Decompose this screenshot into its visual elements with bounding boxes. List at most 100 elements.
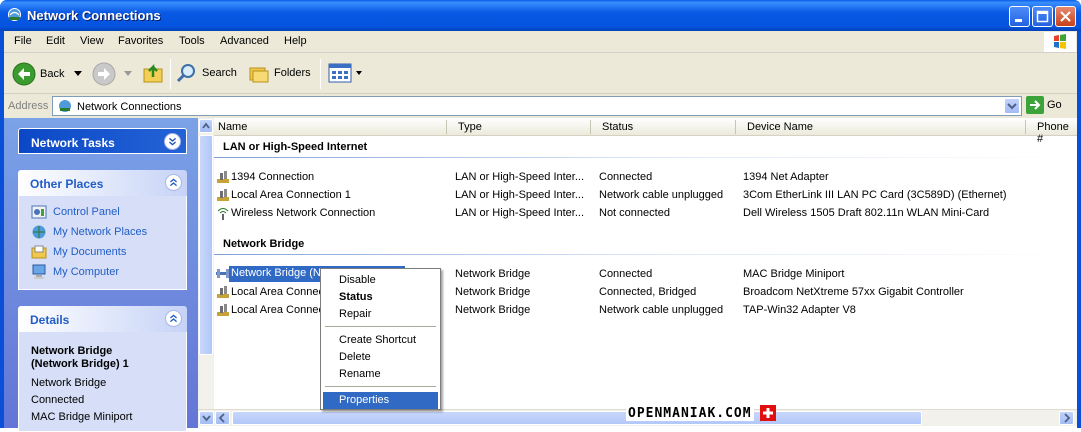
address-input[interactable]: Network Connections (52, 96, 1022, 116)
address-value: Network Connections (77, 101, 182, 113)
maximize-button[interactable] (1032, 6, 1053, 27)
minimize-button[interactable] (1009, 6, 1030, 27)
menu-item-delete[interactable]: Delete (323, 349, 438, 366)
chevron-down-icon (1007, 103, 1017, 110)
menu-advanced[interactable]: Advanced (220, 35, 269, 47)
menu-item-properties[interactable]: Properties (323, 392, 438, 409)
scroll-thumb[interactable] (199, 135, 213, 355)
details-device: MAC Bridge Miniport (31, 411, 133, 423)
title-bar[interactable]: Network Connections (0, 0, 1081, 31)
lan-connection-icon (217, 189, 229, 201)
address-bar: Address Network Connections Go (4, 94, 1077, 118)
link-my-documents[interactable]: My Documents (31, 244, 126, 260)
window-title: Network Connections (27, 8, 161, 23)
table-row[interactable]: Wireless Network Connection LAN or High-… (214, 205, 1077, 222)
link-control-panel[interactable]: Control Panel (31, 204, 120, 220)
search-button[interactable]: Search (176, 62, 237, 84)
column-divider[interactable] (590, 120, 591, 134)
menu-item-status[interactable]: Status (323, 289, 438, 306)
column-name[interactable]: Name (218, 121, 247, 133)
lan-connection-icon (217, 286, 229, 298)
column-device-name[interactable]: Device Name (747, 121, 813, 133)
vertical-scrollbar[interactable] (198, 118, 214, 417)
menu-edit[interactable]: Edit (46, 35, 65, 47)
collapse-icon[interactable] (164, 133, 181, 150)
connection-type: LAN or High-Speed Inter... (455, 171, 585, 183)
forward-button[interactable] (92, 62, 132, 86)
menu-bar: File Edit View Favorites Tools Advanced … (4, 31, 1077, 53)
menu-separator (325, 386, 436, 387)
wireless-connection-icon (217, 208, 229, 220)
folders-icon (249, 67, 269, 83)
menu-view[interactable]: View (80, 35, 104, 47)
menu-item-create-shortcut[interactable]: Create Shortcut (323, 332, 438, 349)
other-places-header[interactable]: Other Places (18, 170, 187, 196)
connection-status: Connected (599, 268, 653, 280)
menu-item-disable[interactable]: Disable (323, 272, 438, 289)
scroll-right-button[interactable] (1059, 411, 1074, 425)
toolbar: Back Search Folders (4, 53, 1077, 94)
details-status: Connected (31, 394, 85, 406)
back-button[interactable]: Back (12, 62, 83, 86)
group-divider (214, 157, 1077, 158)
collapse-icon[interactable] (165, 310, 182, 327)
search-label: Search (202, 67, 237, 79)
menu-help[interactable]: Help (284, 35, 307, 47)
menu-item-repair[interactable]: Repair (323, 306, 438, 323)
scroll-down-button[interactable] (199, 411, 214, 425)
menu-item-rename[interactable]: Rename (323, 366, 438, 383)
link-my-network-places[interactable]: My Network Places (31, 224, 147, 240)
views-dropdown-icon (356, 70, 362, 75)
link-my-computer[interactable]: My Computer (31, 264, 119, 280)
chevron-right-icon (1064, 413, 1071, 423)
lan-connection-icon (217, 304, 229, 316)
up-folder-button[interactable] (142, 61, 166, 85)
network-connections-icon (59, 100, 71, 112)
forward-arrow-icon (92, 62, 116, 86)
scroll-thumb[interactable] (232, 411, 922, 425)
close-icon (1060, 11, 1071, 22)
menu-favorites[interactable]: Favorites (118, 35, 163, 47)
folders-button[interactable]: Folders (248, 62, 311, 84)
collapse-icon[interactable] (165, 174, 182, 191)
column-divider[interactable] (446, 120, 447, 134)
folders-label: Folders (274, 67, 311, 79)
column-type[interactable]: Type (458, 121, 482, 133)
windows-logo-icon (1044, 32, 1076, 52)
network-tasks-title: Network Tasks (31, 136, 115, 150)
network-tasks-header[interactable]: Network Tasks (18, 128, 187, 154)
details-header[interactable]: Details (18, 306, 187, 332)
column-divider[interactable] (735, 120, 736, 134)
connection-status: Not connected (599, 207, 670, 219)
search-icon (176, 64, 195, 83)
group-divider (214, 254, 1077, 255)
close-button[interactable] (1055, 6, 1076, 27)
back-dropdown-icon[interactable] (74, 71, 83, 77)
connection-name: Local Area Connec (231, 304, 324, 316)
details-name: Network Bridge (Network Bridge) 1 (31, 345, 129, 370)
views-button[interactable] (328, 62, 362, 84)
menu-tools[interactable]: Tools (179, 35, 205, 47)
forward-dropdown-icon[interactable] (124, 71, 132, 77)
scroll-up-button[interactable] (199, 119, 213, 133)
connection-status: Connected (599, 171, 653, 183)
column-divider[interactable] (1025, 120, 1026, 134)
column-status[interactable]: Status (602, 121, 633, 133)
other-places-body: Control Panel My Network Places My Docum… (18, 196, 187, 290)
go-button[interactable]: Go (1026, 96, 1062, 114)
chevron-down-icon (202, 415, 211, 422)
scroll-left-button[interactable] (215, 411, 230, 425)
other-places-title: Other Places (30, 177, 104, 191)
table-row[interactable]: 1394 Connection LAN or High-Speed Inter.… (214, 169, 1077, 186)
chevron-up-icon (202, 122, 210, 129)
connection-type: Network Bridge (455, 286, 531, 298)
context-menu: Disable Status Repair Create Shortcut De… (320, 268, 441, 410)
menu-file[interactable]: File (14, 35, 32, 47)
connection-status: Network cable unplugged (599, 304, 724, 316)
toolbar-separator (320, 59, 321, 89)
table-row[interactable]: Local Area Connection 1 LAN or High-Spee… (214, 187, 1077, 204)
column-phone[interactable]: Phone # (1037, 121, 1077, 145)
connection-type: LAN or High-Speed Inter... (455, 189, 585, 201)
menu-separator (325, 326, 436, 327)
address-dropdown-button[interactable] (1004, 98, 1020, 114)
